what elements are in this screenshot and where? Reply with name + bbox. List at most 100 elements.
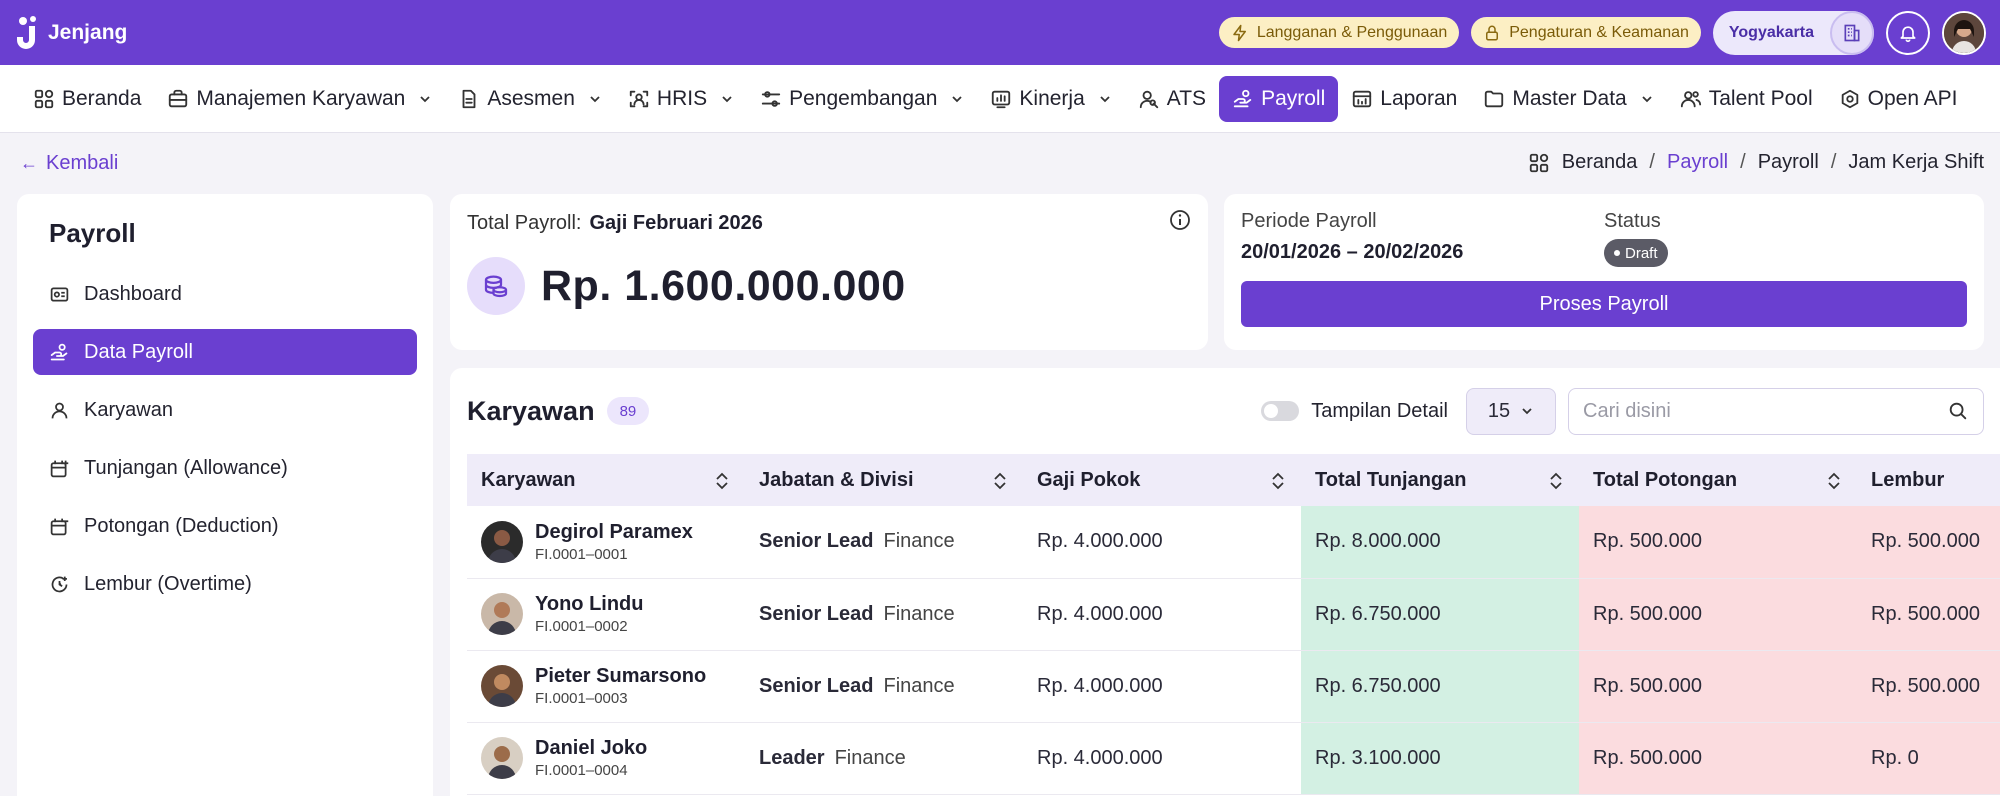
bell-icon xyxy=(1900,25,1916,42)
sidebar-item-dashboard[interactable]: Dashboard xyxy=(33,271,417,317)
position-division-cell: Senior Lead Finance xyxy=(745,578,1023,651)
sort-icon[interactable] xyxy=(1825,471,1843,491)
column-header[interactable]: Jabatan & Divisi xyxy=(745,454,1023,506)
column-header[interactable]: Total Tunjangan xyxy=(1301,454,1579,506)
sidebar-title: Payroll xyxy=(49,218,136,248)
building-icon xyxy=(1844,24,1860,41)
table-row[interactable]: Pieter Sumarsono FI.0001–0003 Senior Lea… xyxy=(467,650,2000,723)
back-link[interactable]: ← Kembali xyxy=(20,152,118,175)
total-payroll-label: Total Payroll: xyxy=(467,212,582,234)
breadcrumb-payroll[interactable]: Payroll xyxy=(1758,151,1819,174)
overtime-cell: Rp. 500.000 xyxy=(1857,650,2000,723)
search-icon[interactable] xyxy=(1947,400,1969,422)
table-row[interactable]: Yono Lindu FI.0001–0002 Senior Lead Finan… xyxy=(467,578,2000,651)
brand[interactable]: Jenjang xyxy=(14,15,127,50)
sidebar-item-label: Dashboard xyxy=(84,282,182,305)
scan-user-icon xyxy=(629,90,649,107)
chart-board-icon xyxy=(992,90,1011,108)
column-header-label: Gaji Pokok xyxy=(1037,468,1141,491)
overtime-cell: Rp. 500.000 xyxy=(1857,578,2000,651)
table-row[interactable]: Daniel Joko FI.0001–0004 Leader Finance R… xyxy=(467,722,2000,795)
position-division-cell: Leader Finance xyxy=(745,722,1023,795)
sidebar-item-label: Lembur (Overtime) xyxy=(84,572,252,595)
period-label: Periode Payroll xyxy=(1241,210,1377,232)
column-header-label: Total Tunjangan xyxy=(1315,468,1467,491)
sort-icon[interactable] xyxy=(1547,471,1565,491)
employee-id: FI.0001–0003 xyxy=(535,690,628,707)
nav-item-pengembangan[interactable]: Pengembangan xyxy=(747,76,977,122)
payroll-period-card: Periode Payroll 20/01/2026 – 20/02/2026 … xyxy=(1224,194,1984,350)
employee-name[interactable]: Pieter Sumarsono xyxy=(535,665,706,688)
nav-item-label: Laporan xyxy=(1380,86,1458,110)
user-avatar[interactable] xyxy=(1942,10,1986,55)
nav-item-label: Master Data xyxy=(1512,86,1627,110)
sidebar-item-data-payroll[interactable]: Data Payroll xyxy=(33,329,417,375)
subscription-button[interactable]: Langganan & Penggunaan xyxy=(1218,17,1460,48)
employee-id: FI.0001–0004 xyxy=(535,762,628,779)
jenjang-logo-icon xyxy=(17,15,36,49)
lightning-icon xyxy=(1233,24,1246,41)
subscription-label: Langganan & Penggunaan xyxy=(1256,23,1448,41)
column-header[interactable]: Gaji Pokok xyxy=(1023,454,1301,506)
breadcrumb-home[interactable]: Beranda xyxy=(1562,151,1638,174)
employee-name[interactable]: Yono Lindu xyxy=(535,593,644,616)
building-button[interactable] xyxy=(1830,10,1874,55)
position-division-cell: Senior Lead Finance xyxy=(745,650,1023,723)
chevron-down-icon xyxy=(952,95,963,102)
nav-item-ats[interactable]: ATS xyxy=(1125,76,1219,122)
breadcrumb-current: Jam Kerja Shift xyxy=(1848,151,1984,173)
position-division-cell: Senior Lead Finance xyxy=(745,506,1023,579)
notification-button[interactable] xyxy=(1886,10,1930,55)
detail-view-toggle[interactable] xyxy=(1261,401,1300,421)
employee-name[interactable]: Daniel Joko xyxy=(535,737,647,760)
breadcrumb-payroll-link[interactable]: Payroll xyxy=(1667,151,1728,174)
employee-id: FI.0001–0001 xyxy=(535,545,628,563)
process-payroll-button[interactable]: Proses Payroll xyxy=(1241,281,1967,327)
hand-money-icon xyxy=(50,343,68,360)
column-header-label: Karyawan xyxy=(481,468,576,491)
settings-security-button[interactable]: Pengaturan & Keamanan xyxy=(1471,17,1701,48)
search-box xyxy=(1568,387,1984,435)
employee-name[interactable]: Degirol Paramex xyxy=(535,521,693,544)
status-text: Draft xyxy=(1625,244,1658,262)
nav-item-asesmen[interactable]: Asesmen xyxy=(445,76,615,122)
nav-item-talent-pool[interactable]: Talent Pool xyxy=(1667,76,1826,122)
sidebar-item-karyawan[interactable]: Karyawan xyxy=(33,387,417,433)
sidebar-item-allowance[interactable]: Tunjangan (Allowance) xyxy=(33,445,417,491)
column-header[interactable]: Lembur xyxy=(1857,454,2000,506)
nav-item-beranda[interactable]: Beranda xyxy=(20,76,154,122)
nav-item-hris[interactable]: HRIS xyxy=(615,76,747,122)
table-row[interactable]: Degirol Paramex FI.0001–0001 Senior Lead… xyxy=(467,506,2000,579)
nav-item-manajemen-karyawan[interactable]: Manajemen Karyawan xyxy=(154,76,445,122)
division: Finance xyxy=(883,530,955,553)
api-icon xyxy=(1841,89,1858,108)
nav-item-payroll[interactable]: Payroll xyxy=(1219,75,1339,122)
search-input[interactable] xyxy=(1583,399,1947,423)
city-selector[interactable]: Yogyakarta xyxy=(1712,10,1874,55)
info-icon[interactable] xyxy=(1168,208,1192,232)
chevron-down-icon xyxy=(420,95,430,102)
sidebar-item-overtime[interactable]: Lembur (Overtime) xyxy=(33,561,417,607)
user-icon xyxy=(51,402,68,418)
sidebar-item-deduction[interactable]: Potongan (Deduction) xyxy=(33,503,417,549)
basic-salary-cell: Rp. 4.000.000 xyxy=(1023,506,1301,579)
breadcrumb: Beranda / Payroll / Payroll / Jam Kerja … xyxy=(1528,151,1984,174)
top-bar: Jenjang Langganan & Penggunaan Pengatura… xyxy=(0,0,2000,65)
nav-item-laporan[interactable]: Laporan xyxy=(1338,76,1470,122)
total-payroll-header: Total Payroll: Gaji Februari 2026 xyxy=(467,212,1191,235)
page-size-select[interactable]: 15 xyxy=(1466,387,1556,435)
nav-item-kinerja[interactable]: Kinerja xyxy=(977,76,1124,122)
sort-icon[interactable] xyxy=(991,471,1009,491)
column-header[interactable]: Total Potongan xyxy=(1579,454,1857,506)
nav-item-master-data[interactable]: Master Data xyxy=(1470,76,1666,122)
column-header[interactable]: Karyawan xyxy=(467,454,745,506)
arrow-left-icon: ← xyxy=(20,153,38,173)
position: Senior Lead xyxy=(759,674,874,697)
user-search-icon xyxy=(1139,90,1158,108)
table-title: Karyawan xyxy=(467,395,595,426)
period-value: 20/01/2026 – 20/02/2026 xyxy=(1241,241,1464,263)
sort-icon[interactable] xyxy=(1269,471,1287,491)
sort-icon[interactable] xyxy=(713,471,731,491)
nav-item-open-api[interactable]: Open API xyxy=(1826,76,1971,122)
basic-salary-cell: Rp. 4.000.000 xyxy=(1023,722,1301,795)
